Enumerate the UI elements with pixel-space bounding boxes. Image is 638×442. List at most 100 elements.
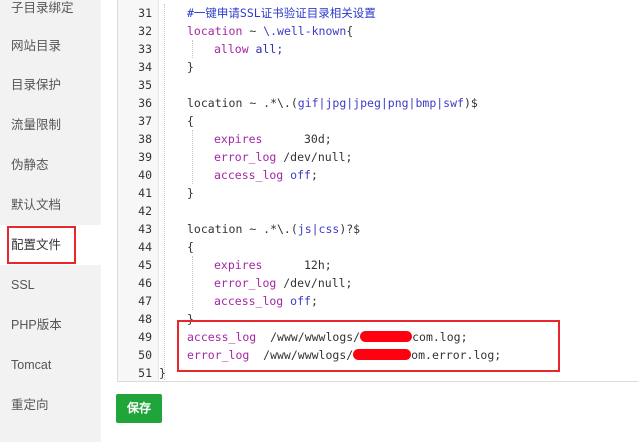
sidebar-item-config-file[interactable]: 配置文件 — [0, 225, 101, 265]
code-text: )?$ — [339, 222, 361, 236]
code-keyword: location — [187, 24, 243, 38]
code-text: ; — [310, 168, 318, 182]
code-pattern: \.well-known — [263, 24, 347, 38]
line-number: 34 — [138, 60, 152, 74]
code-text: com.log; — [412, 330, 468, 344]
sidebar-item-rewrite[interactable]: 伪静态 — [0, 145, 101, 185]
sidebar-item-site-directory[interactable]: 网站目录 — [0, 26, 101, 66]
code-keyword: access_log — [214, 168, 284, 182]
code-value: off — [283, 294, 311, 308]
code-line-41: } — [187, 186, 194, 200]
code-keyword: expires — [214, 132, 263, 146]
sidebar-item-php-version[interactable]: PHP版本 — [0, 305, 101, 345]
code-text: /dev/null; — [276, 276, 353, 290]
line-number: 36 — [138, 96, 152, 110]
code-text: ~ .*\.( — [242, 96, 298, 110]
line-number: 44 — [138, 240, 152, 254]
line-number: 48 — [138, 312, 152, 326]
sidebar-item-label: SSL — [11, 278, 35, 292]
sidebar-item-ssl[interactable]: SSL — [0, 265, 101, 305]
site-settings-sidebar: 子目录绑定 网站目录 目录保护 流量限制 伪静态 默认文档 配置文件 SSL P… — [0, 0, 101, 442]
sidebar-item-default-document[interactable]: 默认文档 — [0, 185, 101, 225]
sidebar-item-label: PHP版本 — [11, 318, 62, 332]
code-line-51: } — [159, 366, 166, 380]
indent-guide — [192, 256, 193, 310]
code-keyword: error_log — [187, 348, 250, 362]
code-line-32: location ~ \.well-known{ — [187, 22, 353, 40]
code-line-44: { — [187, 240, 194, 254]
indent-guide — [192, 130, 193, 184]
line-number: 51 — [138, 366, 152, 380]
code-text: /dev/null; — [276, 150, 353, 164]
code-line-34: } — [187, 60, 194, 74]
sidebar-item-tomcat[interactable]: Tomcat — [0, 345, 101, 385]
code-text: /www/wwwlogs/ — [256, 330, 361, 344]
sidebar-item-redirect[interactable]: 重定向 — [0, 385, 101, 425]
code-line-38: expires 30d; — [214, 130, 332, 148]
sidebar-item-label: 配置文件 — [11, 238, 62, 252]
sidebar-item-directory-protection[interactable]: 目录保护 — [0, 65, 101, 105]
line-number: 37 — [138, 114, 152, 128]
code-text: all; — [248, 42, 284, 56]
code-line-39: error_log /dev/null; — [214, 148, 352, 166]
save-button[interactable]: 保存 — [116, 394, 162, 423]
code-keyword: allow — [214, 42, 249, 56]
line-number: 49 — [138, 330, 152, 344]
line-number: 31 — [138, 6, 152, 20]
sidebar-item-label: 默认文档 — [11, 198, 62, 212]
site-config-panel: 子目录绑定 网站目录 目录保护 流量限制 伪静态 默认文档 配置文件 SSL P… — [0, 0, 638, 442]
code-text: om.error.log; — [411, 348, 502, 362]
code-line-47: access_log off; — [214, 292, 318, 310]
line-number: 50 — [138, 348, 152, 362]
code-text: )$ — [463, 96, 478, 110]
code-text: location — [187, 96, 243, 110]
sidebar-item-traffic-limit[interactable]: 流量限制 — [0, 105, 101, 145]
redaction-mark — [353, 349, 412, 360]
code-line-37: { — [187, 114, 194, 128]
indent-guide — [164, 4, 165, 381]
code-pattern: gif|jpg|jpeg|png|bmp|swf — [297, 96, 464, 110]
code-line-49: access_log /www/wwwlogs/com.log; — [187, 328, 468, 346]
code-line-43: location ~ .*\.(js|css)?$ — [187, 220, 360, 238]
line-number: 32 — [138, 24, 152, 38]
line-number: 39 — [138, 150, 152, 164]
sidebar-item-label: 流量限制 — [11, 118, 62, 132]
code-text: 12h; — [262, 258, 332, 272]
redaction-mark — [360, 331, 413, 342]
code-keyword: error_log — [214, 276, 277, 290]
code-text: ~ .*\.( — [242, 222, 298, 236]
code-line-48: } — [187, 312, 194, 326]
sidebar-item-label: 伪静态 — [11, 158, 49, 172]
line-number-gutter: 31 32 33 34 35 36 37 38 39 40 41 42 43 4… — [118, 0, 159, 381]
line-number: 33 — [138, 42, 152, 56]
code-keyword: error_log — [214, 150, 277, 164]
code-line-33: allow all; — [214, 40, 283, 58]
config-code-editor[interactable]: 31 32 33 34 35 36 37 38 39 40 41 42 43 4… — [117, 0, 638, 382]
sidebar-item-label: 子目录绑定 — [11, 1, 74, 15]
sidebar-item-subdirectory-binding[interactable]: 子目录绑定 — [0, 0, 101, 28]
sidebar-item-label: Tomcat — [11, 358, 52, 372]
line-number: 46 — [138, 276, 152, 290]
code-value: off — [283, 168, 311, 182]
code-keyword: expires — [214, 258, 263, 272]
line-number: 40 — [138, 168, 152, 182]
code-pattern: js|css — [297, 222, 340, 236]
code-text: ~ — [242, 24, 264, 38]
line-number: 38 — [138, 132, 152, 146]
code-keyword: access_log — [214, 294, 284, 308]
code-line-36: location ~ .*\.(gif|jpg|jpeg|png|bmp|swf… — [187, 94, 478, 112]
line-number: 42 — [138, 204, 152, 218]
line-number: 45 — [138, 258, 152, 272]
line-number: 43 — [138, 222, 152, 236]
sidebar-item-label: 重定向 — [11, 398, 49, 412]
code-text: 30d; — [262, 132, 332, 146]
line-number: 41 — [138, 186, 152, 200]
code-line-45: expires 12h; — [214, 256, 332, 274]
code-keyword: access_log — [187, 330, 257, 344]
code-line-40: access_log off; — [214, 166, 318, 184]
sidebar-item-label: 目录保护 — [11, 78, 62, 92]
code-text: location — [187, 222, 243, 236]
sidebar-item-label: 网站目录 — [11, 39, 62, 53]
code-text: /www/wwwlogs/ — [249, 348, 354, 362]
code-line-46: error_log /dev/null; — [214, 274, 352, 292]
